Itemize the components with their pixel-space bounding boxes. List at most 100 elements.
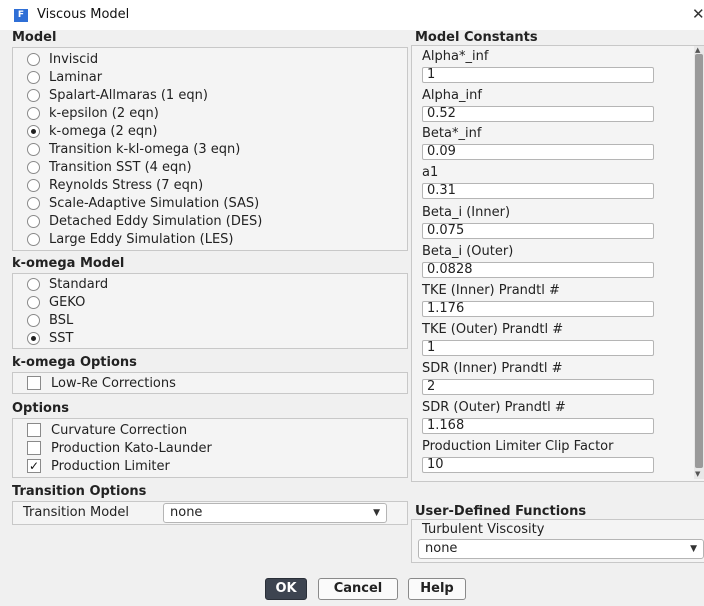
- production-kato-launder-checkbox[interactable]: Production Kato-Launder: [27, 439, 212, 457]
- radio-icon[interactable]: [27, 160, 40, 174]
- radio-icon[interactable]: [27, 70, 40, 84]
- scroll-up-arrow-icon[interactable]: ▲: [695, 46, 700, 54]
- constant-input[interactable]: 10: [422, 457, 654, 473]
- radio-icon[interactable]: [27, 214, 40, 228]
- turbulent-viscosity-dropdown[interactable]: none ▼: [418, 539, 704, 559]
- transition-options-group: Transition Model none ▼: [12, 501, 408, 525]
- constant-label: Beta*_inf: [422, 126, 482, 141]
- constants-scrollbar[interactable]: [694, 46, 704, 479]
- model-option-sas[interactable]: Scale-Adaptive Simulation (SAS): [27, 194, 259, 212]
- option-label: Production Kato-Launder: [51, 440, 212, 456]
- checkbox-icon[interactable]: [27, 376, 41, 390]
- constant-label: Production Limiter Clip Factor: [422, 439, 614, 454]
- constant-label: SDR (Inner) Prandtl #: [422, 361, 563, 376]
- scrollbar-thumb[interactable]: [695, 54, 703, 468]
- udf-section-title: User-Defined Functions: [415, 504, 587, 519]
- kw-option-sst[interactable]: SST: [27, 329, 73, 347]
- constant-label: TKE (Inner) Prandtl #: [422, 283, 560, 298]
- model-constants-section-title: Model Constants: [415, 30, 538, 45]
- radio-icon[interactable]: [27, 277, 40, 291]
- constant-input[interactable]: 0.52: [422, 106, 654, 122]
- transition-model-dropdown[interactable]: none ▼: [163, 503, 387, 523]
- model-option-des[interactable]: Detached Eddy Simulation (DES): [27, 212, 262, 230]
- chevron-down-icon: ▼: [373, 508, 380, 518]
- option-label: Inviscid: [49, 51, 99, 67]
- radio-icon[interactable]: [27, 232, 40, 246]
- constant-input[interactable]: 1.176: [422, 301, 654, 317]
- model-group: Inviscid Laminar Spalart-Allmaras (1 eqn…: [12, 47, 408, 251]
- constant-input[interactable]: 1: [422, 67, 654, 83]
- low-re-corrections-checkbox[interactable]: Low-Re Corrections: [27, 374, 176, 392]
- model-option-k-epsilon[interactable]: k-epsilon (2 eqn): [27, 104, 159, 122]
- option-label: Large Eddy Simulation (LES): [49, 231, 234, 247]
- constant-input[interactable]: 1.168: [422, 418, 654, 434]
- transition-model-label: Transition Model: [23, 505, 130, 520]
- option-label: Detached Eddy Simulation (DES): [49, 213, 263, 229]
- constant-input[interactable]: 0.31: [422, 183, 654, 199]
- model-option-transition-k-kl-omega[interactable]: Transition k-kl-omega (3 eqn): [27, 140, 240, 158]
- option-label: Reynolds Stress (7 eqn): [49, 177, 204, 193]
- constant-input[interactable]: 0.09: [422, 144, 654, 160]
- k-omega-options-group: Low-Re Corrections: [12, 372, 408, 394]
- radio-icon[interactable]: [27, 88, 40, 102]
- kw-option-geko[interactable]: GEKO: [27, 293, 85, 311]
- radio-icon[interactable]: [27, 313, 40, 327]
- k-omega-options-section-title: k-omega Options: [12, 355, 137, 370]
- option-label: Spalart-Allmaras (1 eqn): [49, 87, 208, 103]
- radio-selected-icon[interactable]: [27, 124, 40, 138]
- option-label: GEKO: [49, 294, 86, 310]
- model-option-les[interactable]: Large Eddy Simulation (LES): [27, 230, 233, 248]
- model-option-reynolds-stress[interactable]: Reynolds Stress (7 eqn): [27, 176, 203, 194]
- k-omega-model-group: Standard GEKO BSL SST: [12, 273, 408, 349]
- production-limiter-checkbox[interactable]: ✓ Production Limiter: [27, 457, 170, 475]
- curvature-correction-checkbox[interactable]: Curvature Correction: [27, 421, 187, 439]
- turbulent-viscosity-label: Turbulent Viscosity: [422, 522, 545, 537]
- ok-button[interactable]: OK: [265, 578, 307, 600]
- constant-input[interactable]: 0.0828: [422, 262, 654, 278]
- chevron-down-icon: ▼: [690, 544, 697, 554]
- model-option-spalart-allmaras[interactable]: Spalart-Allmaras (1 eqn): [27, 86, 208, 104]
- radio-icon[interactable]: [27, 52, 40, 66]
- constant-label: SDR (Outer) Prandtl #: [422, 400, 566, 415]
- constant-label: Beta_i (Outer): [422, 244, 514, 259]
- option-label: Low-Re Corrections: [51, 375, 176, 391]
- kw-option-bsl[interactable]: BSL: [27, 311, 73, 329]
- options-section-title: Options: [12, 401, 69, 416]
- dropdown-value: none: [170, 505, 203, 520]
- udf-group: Turbulent Viscosity none ▼: [411, 519, 704, 563]
- help-button[interactable]: Help: [408, 578, 466, 600]
- option-label: BSL: [49, 312, 74, 328]
- scroll-down-arrow-icon[interactable]: ▼: [695, 470, 700, 478]
- radio-selected-icon[interactable]: [27, 331, 40, 345]
- cancel-button[interactable]: Cancel: [318, 578, 398, 600]
- app-icon: F: [14, 9, 28, 22]
- radio-icon[interactable]: [27, 142, 40, 156]
- constant-input[interactable]: 1: [422, 340, 654, 356]
- radio-icon[interactable]: [27, 295, 40, 309]
- radio-icon[interactable]: [27, 196, 40, 210]
- option-label: k-omega (2 eqn): [49, 123, 158, 139]
- transition-options-section-title: Transition Options: [12, 484, 147, 499]
- close-icon[interactable]: ✕: [692, 5, 704, 23]
- checkbox-icon[interactable]: [27, 423, 41, 437]
- model-option-laminar[interactable]: Laminar: [27, 68, 102, 86]
- option-label: Transition SST (4 eqn): [49, 159, 192, 175]
- option-label: k-epsilon (2 eqn): [49, 105, 159, 121]
- model-constants-panel: Alpha*_inf 1 Alpha_inf 0.52 Beta*_inf 0.…: [411, 45, 704, 482]
- option-label: Laminar: [49, 69, 103, 85]
- model-option-transition-sst[interactable]: Transition SST (4 eqn): [27, 158, 192, 176]
- model-section-title: Model: [12, 30, 57, 45]
- model-option-inviscid[interactable]: Inviscid: [27, 50, 98, 68]
- radio-icon[interactable]: [27, 106, 40, 120]
- kw-option-standard[interactable]: Standard: [27, 275, 108, 293]
- checkmark-icon[interactable]: ✓: [27, 459, 41, 473]
- options-group: Curvature Correction Production Kato-Lau…: [12, 418, 408, 478]
- title-bar: F Viscous Model ✕: [0, 0, 704, 30]
- constant-input[interactable]: 2: [422, 379, 654, 395]
- dropdown-value: none: [425, 541, 458, 556]
- radio-icon[interactable]: [27, 178, 40, 192]
- constant-input[interactable]: 0.075: [422, 223, 654, 239]
- option-label: SST: [49, 330, 74, 346]
- model-option-k-omega[interactable]: k-omega (2 eqn): [27, 122, 157, 140]
- checkbox-icon[interactable]: [27, 441, 41, 455]
